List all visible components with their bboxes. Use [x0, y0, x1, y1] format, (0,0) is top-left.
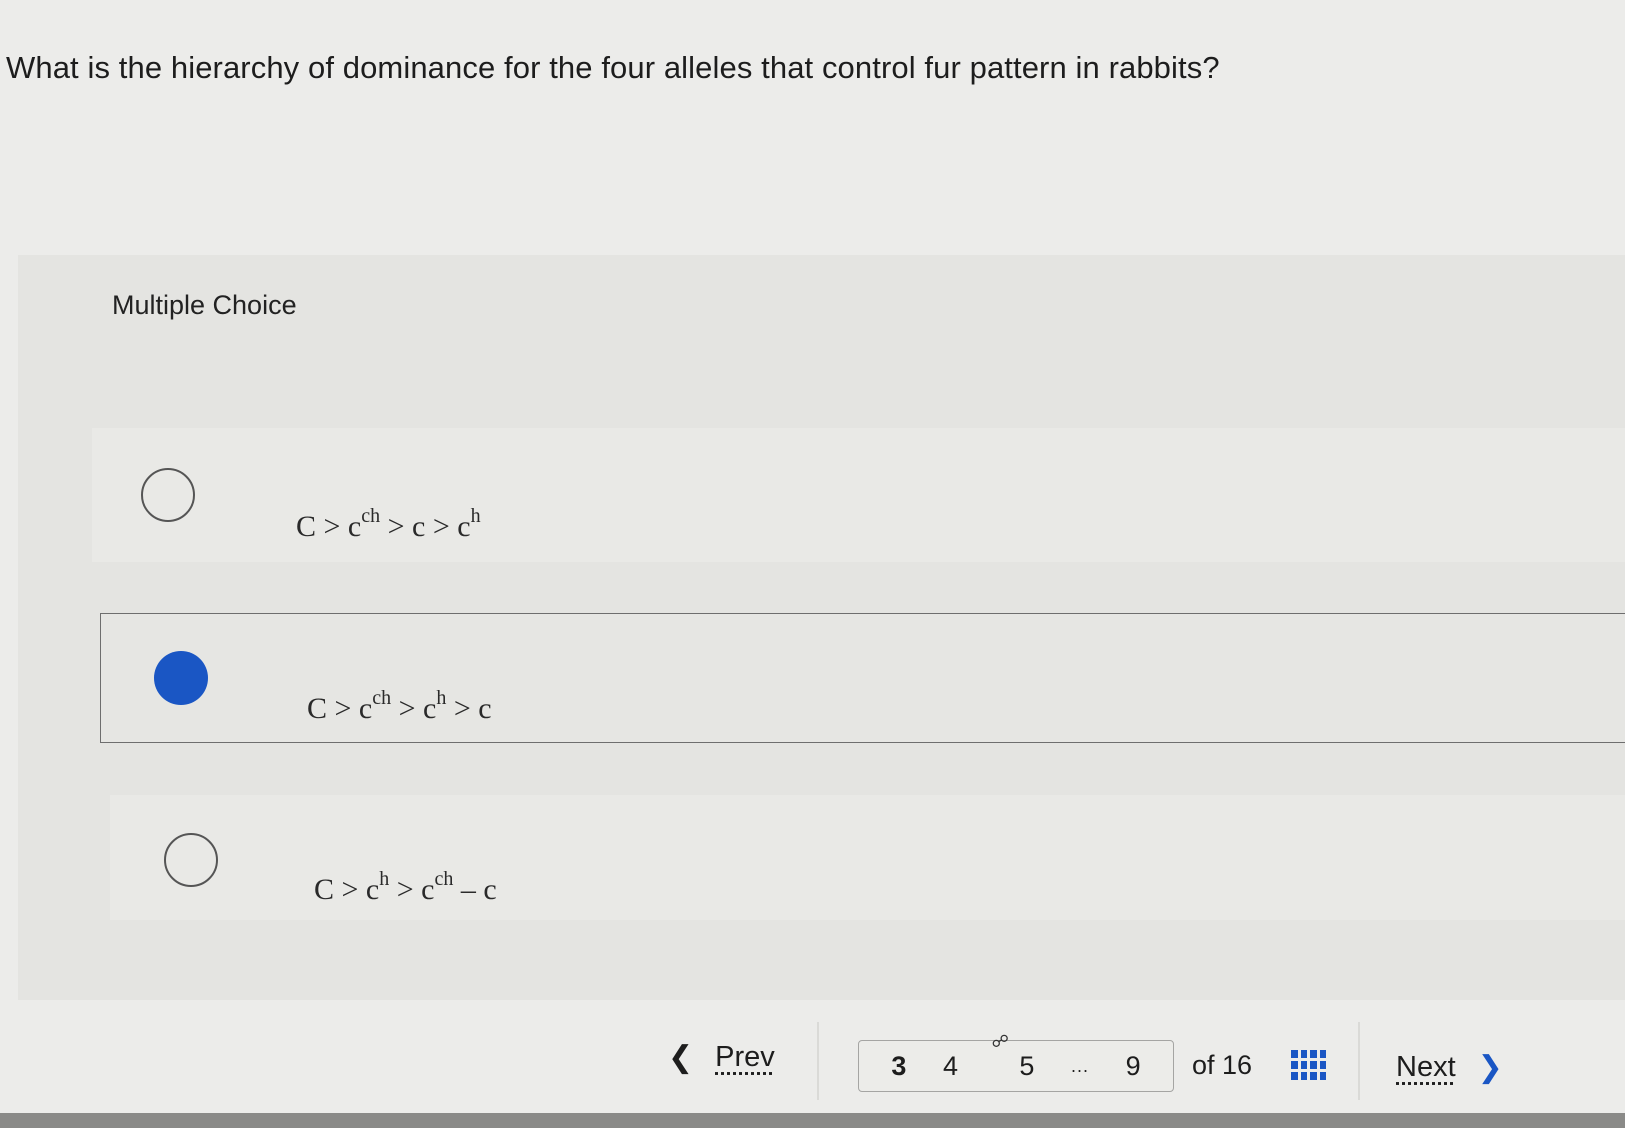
next-label: Next [1396, 1051, 1456, 1083]
formula-superscript: h [379, 868, 390, 890]
formula-superscript: h [470, 505, 481, 527]
radio-button-option-3[interactable] [164, 833, 218, 887]
formula-superscript: ch [372, 687, 392, 709]
answer-formula-2: C > cch > ch > c [277, 656, 492, 760]
answer-option-2[interactable]: C > cch > ch > c [100, 613, 1625, 743]
grid-icon[interactable] [1291, 1050, 1326, 1080]
radio-button-option-2-selected[interactable] [154, 651, 208, 705]
page-link-5[interactable]: ☍ 5 [992, 1032, 1035, 1082]
answer-option-1[interactable]: C > cch > c > ch [92, 428, 1625, 562]
formula-text: > c [446, 692, 492, 725]
prev-button[interactable]: ❮ Prev [668, 1040, 775, 1075]
page-ellipsis: ... [1071, 1055, 1090, 1076]
page-link-3[interactable]: 3 [891, 1051, 906, 1082]
multiple-choice-label: Multiple Choice [112, 290, 297, 320]
formula-text: C > c [307, 692, 373, 725]
footer-bar [0, 1113, 1625, 1128]
page-link-4[interactable]: 4 [943, 1051, 958, 1082]
formula-text: C > c [296, 510, 362, 543]
footer-divider [1358, 1022, 1360, 1100]
link-icon: ☍ [991, 1031, 1009, 1051]
page-selector: 3 4 ☍ 5 ... 9 [858, 1032, 1174, 1092]
radio-button-option-1[interactable] [141, 468, 195, 522]
formula-text: > c [389, 873, 435, 906]
formula-superscript: h [436, 687, 447, 709]
formula-text: – c [453, 873, 497, 906]
formula-text: C > c [314, 873, 380, 906]
chevron-right-icon: ❯ [1477, 1051, 1503, 1084]
page-total: of 16 [1192, 1050, 1253, 1080]
answer-formula-3: C > ch > cch – c [284, 837, 497, 941]
formula-text: > c [391, 692, 437, 725]
answer-formula-1: C > cch > c > ch [266, 474, 481, 578]
next-button[interactable]: Next ❯ [1396, 1050, 1503, 1085]
page-link-9[interactable]: 9 [1126, 1051, 1141, 1082]
page-number: 5 [1019, 1050, 1035, 1081]
formula-text: > c > c [380, 510, 471, 543]
chevron-left-icon: ❮ [668, 1041, 694, 1074]
formula-superscript: ch [434, 868, 454, 890]
question-text: What is the hierarchy of dominance for t… [6, 50, 1220, 85]
prev-label: Prev [715, 1041, 775, 1073]
formula-superscript: ch [361, 505, 381, 527]
answer-option-3[interactable]: C > ch > cch – c [110, 795, 1625, 920]
footer-divider [817, 1022, 819, 1100]
